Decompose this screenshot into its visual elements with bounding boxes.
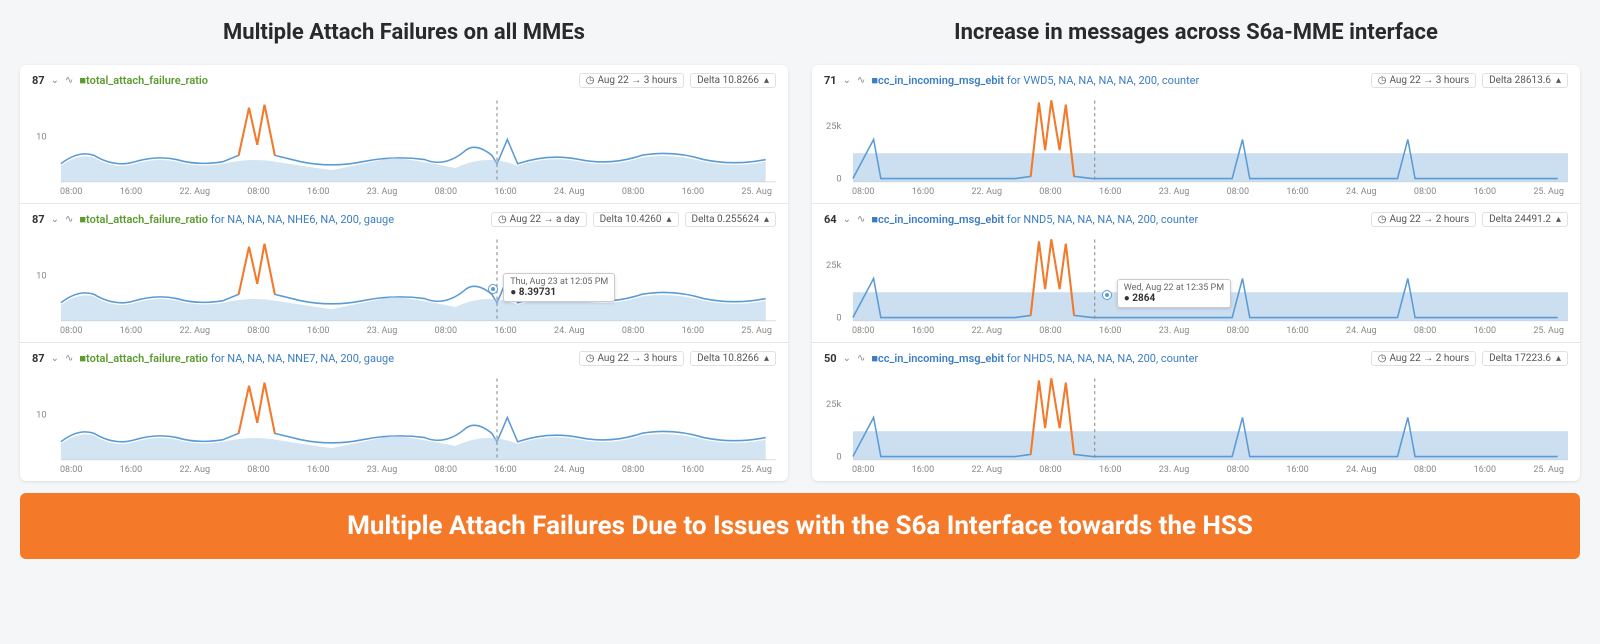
delta-pill[interactable]: Delta 17223.6 xyxy=(1482,351,1568,366)
score-badge: 64 xyxy=(824,213,837,226)
right-panel-stack: 71 ⌄ ∿ ■cc_in_incoming_msg_ebit for VWD5… xyxy=(812,65,1580,481)
score-badge: 50 xyxy=(824,352,837,365)
chart-area[interactable]: 10 xyxy=(32,370,776,465)
time-range-pill[interactable]: ◷Aug 22 → 2 hours xyxy=(1371,212,1476,227)
icon-control[interactable]: ⌄ xyxy=(843,353,851,364)
right-column: Increase in messages across S6a-MME inte… xyxy=(812,20,1580,481)
delta-pill[interactable]: Delta 24491.2 xyxy=(1482,212,1568,227)
clock-icon: ◷ xyxy=(1378,214,1387,225)
svg-text:0: 0 xyxy=(836,313,841,324)
icon-control[interactable]: ⌄ xyxy=(51,353,59,364)
right-title: Increase in messages across S6a-MME inte… xyxy=(812,20,1580,45)
clock-icon: ◷ xyxy=(586,353,595,364)
svg-text:10: 10 xyxy=(36,409,46,420)
metric-name[interactable]: ■cc_in_incoming_msg_ebit for VWD5, NA, N… xyxy=(871,74,1199,87)
svg-text:25k: 25k xyxy=(826,260,841,271)
left-title: Multiple Attach Failures on all MMEs xyxy=(20,20,788,45)
wave-icon: ∿ xyxy=(65,353,73,364)
metric-name[interactable]: ■total_attach_failure_ratio for NA, NA, … xyxy=(79,352,394,365)
wave-icon: ∿ xyxy=(65,75,73,86)
chart-tooltip: Wed, Aug 22 at 12:35 PM● 2864 xyxy=(1117,279,1231,308)
right-panel-1: 71 ⌄ ∿ ■cc_in_incoming_msg_ebit for VWD5… xyxy=(812,65,1580,204)
left-panel-stack: 87 ⌄ ∿ ■total_attach_failure_ratio ◷Aug … xyxy=(20,65,788,481)
left-panel-1: 87 ⌄ ∿ ■total_attach_failure_ratio ◷Aug … xyxy=(20,65,788,204)
chart-tooltip: Thu, Aug 23 at 12:05 PM● 8.39731 xyxy=(503,273,615,302)
svg-text:10: 10 xyxy=(36,270,46,281)
hover-point-icon xyxy=(1103,291,1111,299)
score-badge: 87 xyxy=(32,74,45,87)
left-panel-3: 87 ⌄ ∿ ■total_attach_failure_ratio for N… xyxy=(20,343,788,481)
chart-area[interactable]: 25k 0 Wed, Aug 22 at 12:35 PM● 2864 xyxy=(824,231,1568,326)
x-axis-ticks: 08:0016:0022. Aug08:0016:0023. Aug08:001… xyxy=(824,326,1568,338)
metric-name[interactable]: ■total_attach_failure_ratio for NA, NA, … xyxy=(79,213,394,226)
clock-icon: ◷ xyxy=(586,75,595,86)
summary-banner: Multiple Attach Failures Due to Issues w… xyxy=(20,493,1580,559)
clock-icon: ◷ xyxy=(498,214,507,225)
time-range-pill[interactable]: ◷Aug 22 → 3 hours xyxy=(1371,73,1476,88)
svg-text:0: 0 xyxy=(836,452,841,463)
wave-icon: ∿ xyxy=(857,214,865,225)
delta-pill[interactable]: Delta 28613.6 xyxy=(1482,73,1568,88)
metric-name[interactable]: ■cc_in_incoming_msg_ebit for NHD5, NA, N… xyxy=(871,352,1198,365)
icon-control[interactable]: ⌄ xyxy=(51,75,59,86)
clock-icon: ◷ xyxy=(1378,75,1387,86)
time-range-pill[interactable]: ◷Aug 22 → 2 hours xyxy=(1371,351,1476,366)
time-range-pill[interactable]: ◷Aug 22 → a day xyxy=(491,212,587,227)
delta-pill[interactable]: Delta 0.255624 xyxy=(685,212,777,227)
x-axis-ticks: 08:0016:0022. Aug08:0016:0023. Aug08:001… xyxy=(824,187,1568,199)
score-badge: 71 xyxy=(824,74,837,87)
wave-icon: ∿ xyxy=(857,353,865,364)
icon-control[interactable]: ⌄ xyxy=(843,214,851,225)
x-axis-ticks: 08:0016:0022. Aug08:0016:0023. Aug08:001… xyxy=(32,465,776,477)
wave-icon: ∿ xyxy=(857,75,865,86)
time-range-pill[interactable]: ◷Aug 22 → 3 hours xyxy=(579,73,684,88)
x-axis-ticks: 08:0016:0022. Aug08:0016:0023. Aug08:001… xyxy=(32,187,776,199)
left-column: Multiple Attach Failures on all MMEs 87 … xyxy=(20,20,788,481)
chart-area[interactable]: 10 Thu, Aug 23 at 12:05 PM● 8.39731 xyxy=(32,231,776,326)
icon-control[interactable]: ⌄ xyxy=(51,214,59,225)
delta-pill[interactable]: Delta 10.8266 xyxy=(690,73,776,88)
chart-area[interactable]: 10 xyxy=(32,92,776,187)
x-axis-ticks: 08:0016:0022. Aug08:0016:0023. Aug08:001… xyxy=(824,465,1568,477)
score-badge: 87 xyxy=(32,352,45,365)
wave-icon: ∿ xyxy=(65,214,73,225)
svg-text:25k: 25k xyxy=(826,399,841,410)
score-badge: 87 xyxy=(32,213,45,226)
svg-text:0: 0 xyxy=(836,174,841,185)
svg-text:10: 10 xyxy=(36,131,46,142)
chart-area[interactable]: 25k 0 xyxy=(824,92,1568,187)
metric-name[interactable]: ■total_attach_failure_ratio xyxy=(79,74,208,87)
svg-text:25k: 25k xyxy=(826,121,841,132)
left-panel-2: 87 ⌄ ∿ ■total_attach_failure_ratio for N… xyxy=(20,204,788,343)
x-axis-ticks: 08:0016:0022. Aug08:0016:0023. Aug08:001… xyxy=(32,326,776,338)
delta-pill[interactable]: Delta 10.4260 xyxy=(593,212,679,227)
chart-area[interactable]: 25k 0 xyxy=(824,370,1568,465)
right-panel-2: 64 ⌄ ∿ ■cc_in_incoming_msg_ebit for NND5… xyxy=(812,204,1580,343)
right-panel-3: 50 ⌄ ∿ ■cc_in_incoming_msg_ebit for NHD5… xyxy=(812,343,1580,481)
icon-control[interactable]: ⌄ xyxy=(843,75,851,86)
clock-icon: ◷ xyxy=(1378,353,1387,364)
time-range-pill[interactable]: ◷Aug 22 → 3 hours xyxy=(579,351,684,366)
delta-pill[interactable]: Delta 10.8266 xyxy=(690,351,776,366)
metric-name[interactable]: ■cc_in_incoming_msg_ebit for NND5, NA, N… xyxy=(871,213,1198,226)
